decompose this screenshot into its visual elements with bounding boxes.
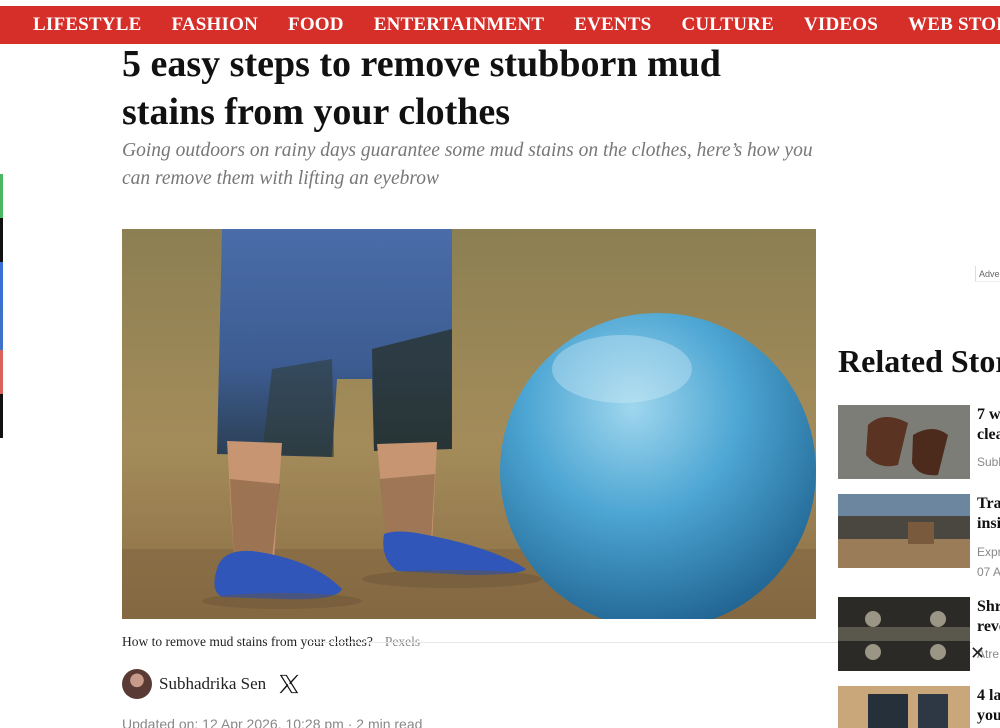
top-nav: LIFESTYLE FASHION FOOD ENTERTAINMENT EVE…: [0, 6, 1000, 44]
author-avatar[interactable]: [122, 669, 152, 699]
nav-item-food[interactable]: FOOD: [288, 14, 344, 36]
share-x-button[interactable]: [0, 218, 3, 262]
related-story-thumbnail[interactable]: [838, 597, 970, 671]
nav-item-culture[interactable]: CULTURE: [681, 14, 774, 36]
updated-timestamp: Updated on: 12 Apr 2026, 10:28 pm · 2 mi…: [122, 716, 423, 728]
share-email-button[interactable]: [0, 350, 3, 394]
share-whatsapp-button[interactable]: [0, 174, 3, 218]
related-story-meta: Subl: [977, 455, 1000, 469]
byline: Subhadrika Sen: [122, 669, 300, 699]
related-story-thumbnail[interactable]: [838, 494, 970, 568]
related-story-item[interactable]: Tra insi Expr 07 A: [838, 494, 1000, 579]
nav-item-videos[interactable]: VIDEOS: [804, 14, 878, 36]
author-name[interactable]: Subhadrika Sen: [159, 674, 266, 694]
nav-item-web-stories[interactable]: WEB STORIES: [908, 14, 1000, 36]
share-linkedin-button[interactable]: [0, 306, 3, 350]
article-subhead: Going outdoors on rainy days guarantee s…: [122, 140, 813, 189]
related-story-title[interactable]: Shr reve: [977, 597, 1000, 637]
share-facebook-button[interactable]: [0, 262, 3, 306]
related-story-item[interactable]: 4 la you: [838, 686, 1000, 728]
related-story-meta: Expr 07 A: [977, 545, 1000, 579]
close-icon[interactable]: ✕: [970, 644, 985, 664]
hero-photo-illustration: [122, 229, 816, 619]
x-logo-icon[interactable]: [278, 673, 300, 695]
related-story-thumbnail[interactable]: [838, 405, 970, 479]
nav-item-fashion[interactable]: FASHION: [171, 14, 258, 36]
related-story-item[interactable]: 7 w clea Subl: [838, 405, 1000, 481]
related-story-title[interactable]: 4 la you: [977, 686, 1000, 726]
advertisement-label: Adve: [975, 266, 1000, 282]
related-story-title[interactable]: 7 w clea: [977, 405, 1000, 445]
nav-item-entertainment[interactable]: ENTERTAINMENT: [374, 14, 545, 36]
nav-item-lifestyle[interactable]: LIFESTYLE: [33, 14, 141, 36]
hero-image: [122, 229, 816, 619]
article-headline: 5 easy steps to remove stubborn mud stai…: [122, 43, 721, 133]
related-stories-heading: Related Stor: [838, 343, 1000, 379]
nav-item-events[interactable]: EVENTS: [574, 14, 651, 36]
share-rail: [0, 174, 3, 438]
share-copy-button[interactable]: [0, 394, 3, 438]
related-story-title[interactable]: Tra insi: [977, 494, 1000, 534]
related-story-thumbnail[interactable]: [838, 686, 970, 728]
